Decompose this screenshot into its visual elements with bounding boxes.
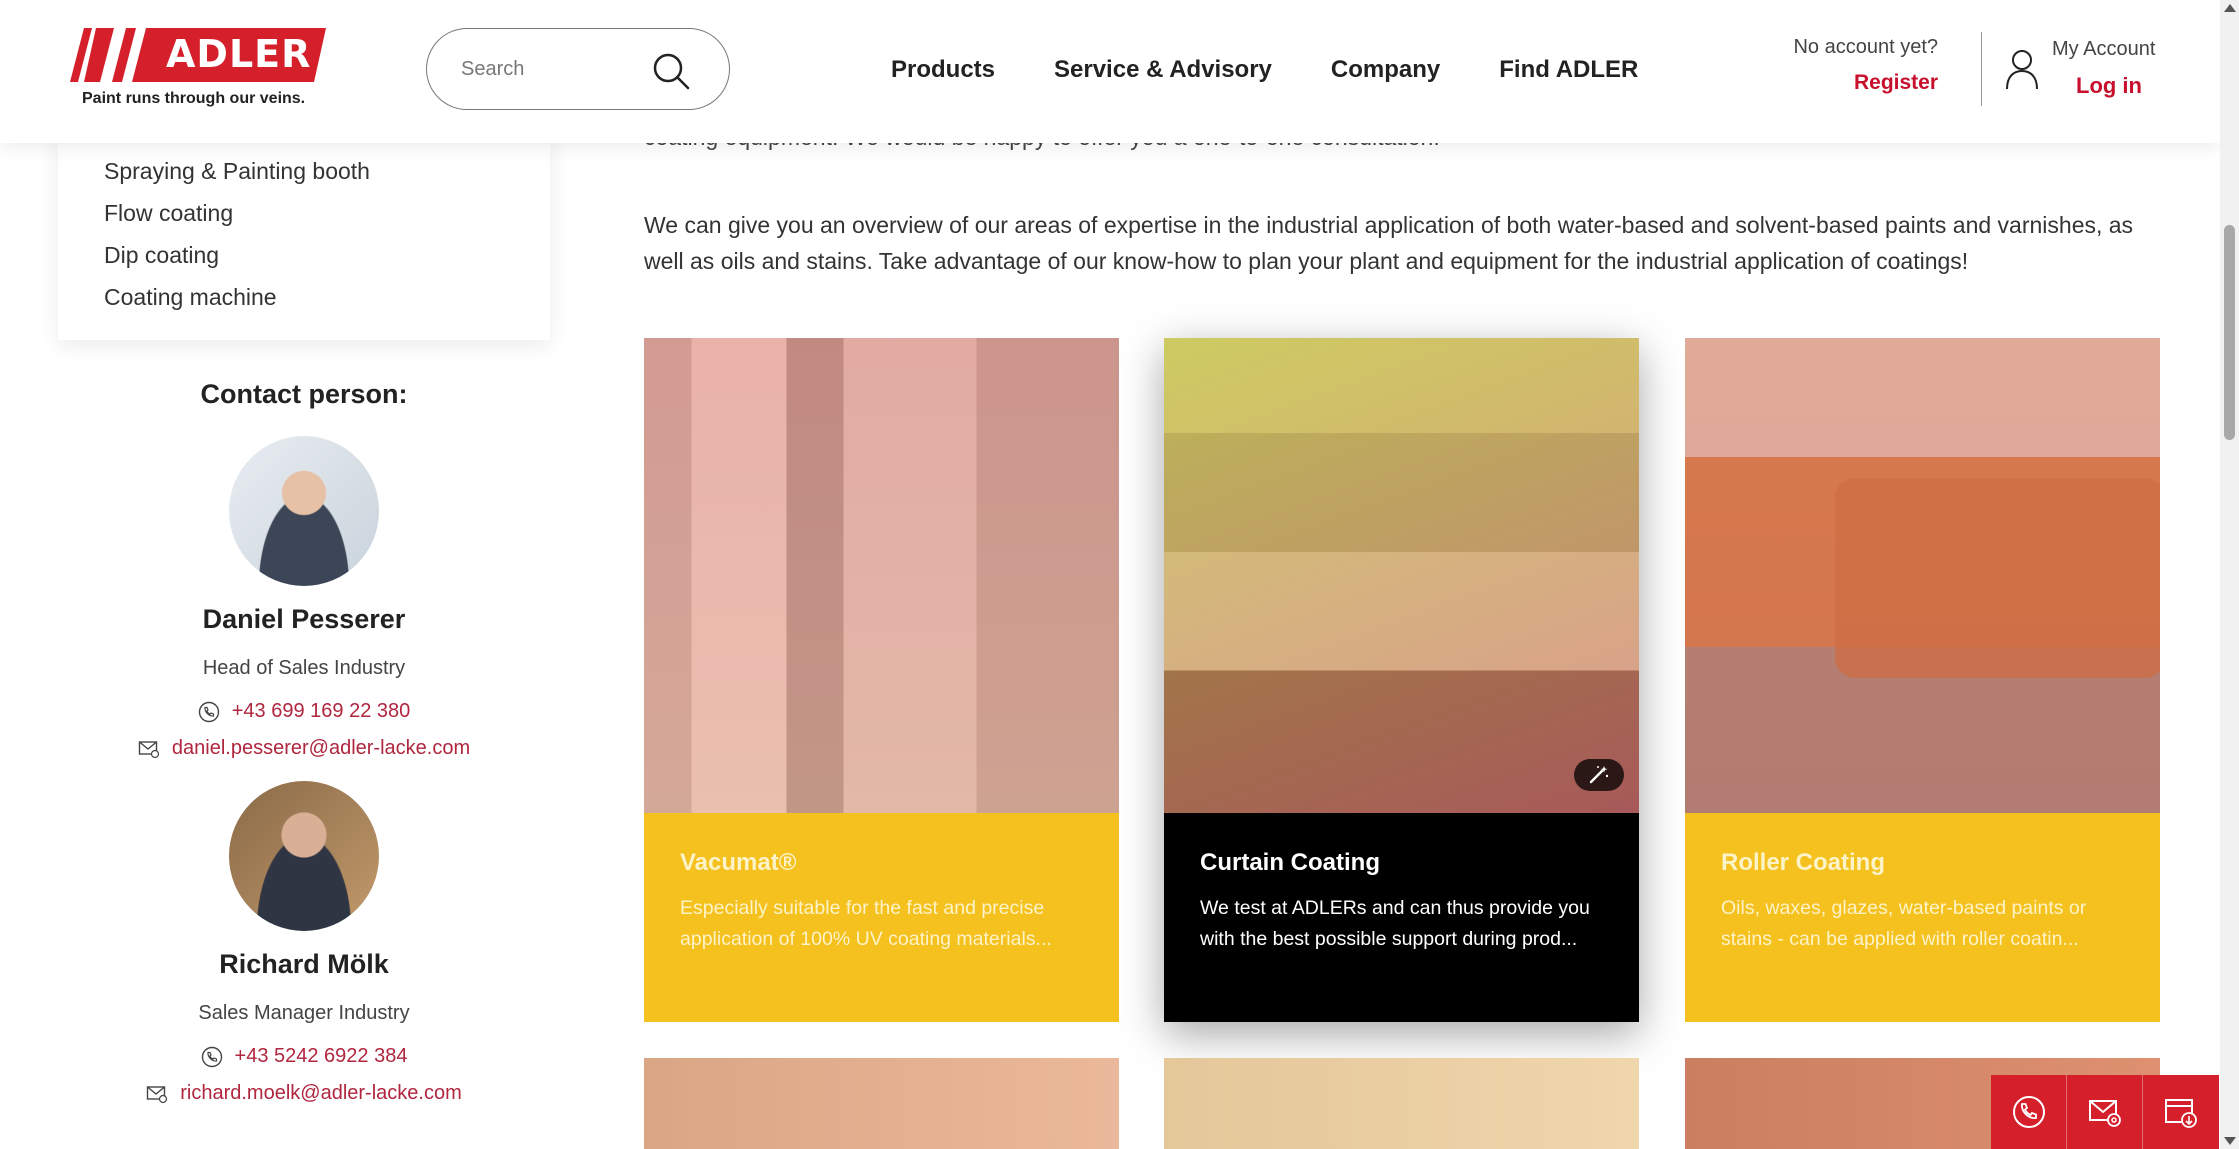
search-icon[interactable] xyxy=(649,49,693,93)
contact-card: Richard Mölk Sales Manager Industry +43 … xyxy=(58,781,550,1105)
contact-phone-row[interactable]: +43 699 169 22 380 xyxy=(58,700,550,723)
card-description: We test at ADLERs and can thus provide y… xyxy=(1200,897,1590,950)
tagline: Paint runs through our veins. xyxy=(82,90,306,107)
roller-shape xyxy=(1835,478,2160,678)
login-block: My Account Log in xyxy=(2052,38,2155,99)
no-account-text: No account yet? xyxy=(1793,36,1938,58)
card-footer: Vacumat® Especially suitable for the fas… xyxy=(644,813,1119,1022)
intro-paragraph: We can give you an overview of our areas… xyxy=(644,212,2134,274)
nav-company[interactable]: Company xyxy=(1331,56,1440,84)
nav-products[interactable]: Products xyxy=(891,56,995,84)
search-input[interactable] xyxy=(461,51,651,87)
logo-text: ADLER xyxy=(166,32,312,76)
contact-email-row[interactable]: daniel.pesserer@adler-lacke.com xyxy=(58,737,550,760)
register-link[interactable]: Register xyxy=(1793,71,1938,95)
nav-service-advisory[interactable]: Service & Advisory xyxy=(1054,56,1272,84)
contact-email[interactable]: richard.moelk@adler-lacke.com xyxy=(180,1082,462,1105)
phone-icon xyxy=(198,701,219,722)
nav-find-adler[interactable]: Find ADLER xyxy=(1499,56,1638,84)
email-icon xyxy=(138,740,159,758)
download-icon xyxy=(2165,1099,2197,1128)
account-divider xyxy=(1981,32,1982,106)
card-partial[interactable] xyxy=(1164,1058,1639,1149)
sidebar-item-coating-machine[interactable]: Coating machine xyxy=(104,276,550,318)
contact-role: Head of Sales Industry xyxy=(202,657,406,679)
card-vacumat[interactable]: Vacumat® Especially suitable for the fas… xyxy=(644,338,1119,1022)
card-curtain-coating[interactable]: Curtain Coating We test at ADLERs and ca… xyxy=(1164,338,1639,1022)
card-title: Roller Coating xyxy=(1721,849,1886,876)
contact-phone[interactable]: +43 5242 6922 384 xyxy=(235,1045,408,1068)
email-icon xyxy=(2088,1100,2121,1127)
card-footer: Curtain Coating We test at ADLERs and ca… xyxy=(1164,813,1639,1022)
download-button[interactable] xyxy=(2143,1075,2219,1149)
scroll-thumb[interactable] xyxy=(2224,225,2235,440)
contact-phone-row[interactable]: +43 5242 6922 384 xyxy=(58,1045,550,1068)
email-button[interactable] xyxy=(2067,1075,2143,1149)
scroll-up-arrow[interactable] xyxy=(2224,4,2236,12)
phone-icon xyxy=(2012,1096,2045,1128)
contact-role: Sales Manager Industry xyxy=(198,1002,410,1024)
page-scrollbar[interactable] xyxy=(2220,0,2239,1149)
card-roller-coating[interactable]: Roller Coating Oils, waxes, glazes, wate… xyxy=(1685,338,2160,1022)
login-link[interactable]: Log in xyxy=(2076,73,2155,99)
main-nav: Products Service & Advisory Company Find… xyxy=(891,56,1638,84)
contact-title: Contact person: xyxy=(200,379,408,409)
contact-email-row[interactable]: richard.moelk@adler-lacke.com xyxy=(58,1082,550,1105)
contact-name: Richard Mölk xyxy=(219,949,389,979)
search-box[interactable] xyxy=(426,28,730,110)
magic-wand-icon xyxy=(1589,766,1609,784)
scroll-down-arrow[interactable] xyxy=(2224,1137,2236,1145)
sidebar-item-flow-coating[interactable]: Flow coating xyxy=(104,192,550,234)
card-title: Curtain Coating xyxy=(1200,849,1380,876)
contact-phone[interactable]: +43 699 169 22 380 xyxy=(232,700,411,723)
card-title: Vacumat® xyxy=(680,849,797,876)
sidebar-submenu: Spraying & Painting booth Flow coating D… xyxy=(58,130,550,340)
card-description: Especially suitable for the fast and pre… xyxy=(680,897,1052,950)
avatar xyxy=(229,436,379,586)
card-footer: Roller Coating Oils, waxes, glazes, wate… xyxy=(1685,813,2160,1022)
call-button[interactable] xyxy=(1991,1075,2067,1149)
phone-icon xyxy=(201,1046,222,1067)
sidebar-item-dip-coating[interactable]: Dip coating xyxy=(104,234,550,276)
contact-card: Daniel Pesserer Head of Sales Industry +… xyxy=(58,436,550,760)
quick-action-bar xyxy=(1991,1075,2219,1149)
email-icon xyxy=(147,1085,168,1103)
card-image xyxy=(1685,338,2160,813)
magic-wand-badge[interactable] xyxy=(1574,759,1624,791)
sidebar-item-spraying[interactable]: Spraying & Painting booth xyxy=(104,150,550,192)
contact-email[interactable]: daniel.pesserer@adler-lacke.com xyxy=(172,737,470,760)
user-icon[interactable] xyxy=(2004,48,2040,90)
card-image xyxy=(1164,338,1639,813)
card-image xyxy=(644,338,1119,813)
avatar xyxy=(229,781,379,931)
card-partial[interactable] xyxy=(644,1058,1119,1149)
adler-logo[interactable]: ADLER Paint runs through our veins. xyxy=(70,28,326,110)
my-account-text: My Account xyxy=(2052,38,2156,60)
site-header: ADLER Paint runs through our veins. Prod… xyxy=(0,0,2220,143)
contact-name: Daniel Pesserer xyxy=(202,604,406,634)
register-block: No account yet? Register xyxy=(1793,36,1938,95)
card-description: Oils, waxes, glazes, water-based paints … xyxy=(1721,897,2087,950)
